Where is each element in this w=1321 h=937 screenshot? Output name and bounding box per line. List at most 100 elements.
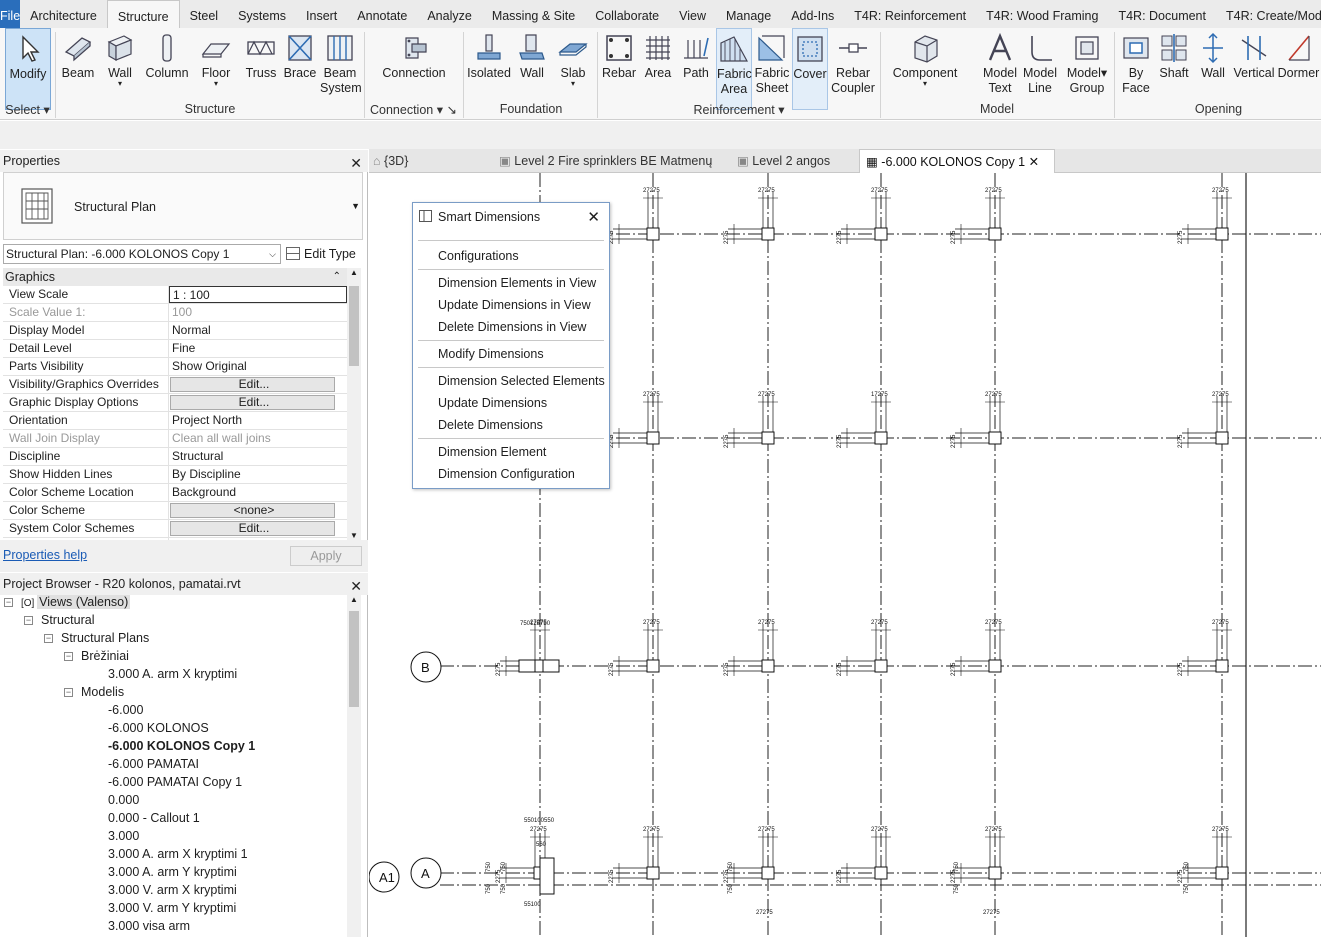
view-tab-level2-sprinklers[interactable]: ▣ Level 2 Fire sprinklers BE Matmenų [499, 149, 725, 173]
rebar-coupler-button[interactable]: Rebar Coupler [830, 28, 876, 110]
browser-tree-item[interactable]: -6.000 [108, 701, 143, 719]
properties-scrollbar[interactable]: ▲ ▼ [347, 268, 361, 540]
view-tab-kolonos-copy[interactable]: ▦ -6.000 KOLONOS Copy 1 ✕ [859, 149, 1055, 173]
browser-tree-item[interactable]: 0.000 - Callout 1 [108, 809, 200, 827]
close-icon[interactable]: ✕ [1029, 155, 1039, 169]
property-edit-button[interactable]: <none> [170, 503, 335, 518]
browser-scrollbar[interactable]: ▲ [347, 593, 361, 937]
browser-tree-item[interactable]: 3.000 [108, 827, 139, 845]
browser-tree-item[interactable]: 3.000 V. arm X kryptimi [108, 881, 237, 899]
menu-item-configurations[interactable]: Configurations [438, 249, 519, 263]
view-tab-3d[interactable]: ⌂ {3D} [373, 149, 483, 173]
menu-item-dimension-selected-elements[interactable]: Dimension Selected Elements [438, 374, 605, 388]
browser-tree-item[interactable]: -6.000 KOLONOS Copy 1 [108, 737, 255, 755]
tab-analyze[interactable]: Analyze [417, 0, 481, 28]
shaft-opening-button[interactable]: Shaft [1155, 28, 1193, 110]
collapse-icon[interactable]: − [4, 598, 13, 607]
browser-tree-item[interactable]: -6.000 PAMATAI [108, 755, 199, 773]
menu-item-dimension-element[interactable]: Dimension Element [438, 445, 546, 459]
collapse-icon[interactable]: − [64, 688, 73, 697]
tab-collaborate[interactable]: Collaborate [585, 0, 669, 28]
scroll-down-icon[interactable]: ▼ [350, 531, 358, 540]
connection-button[interactable]: Connection [378, 28, 450, 110]
menu-item-update-dimensions-in-view[interactable]: Update Dimensions in View [438, 298, 591, 312]
column-button[interactable]: Column [144, 28, 190, 110]
wall-foundation-button[interactable]: Wall [514, 28, 550, 110]
path-reinforcement-button[interactable]: Path [678, 28, 714, 110]
scroll-up-icon[interactable]: ▲ [350, 268, 358, 277]
browser-tree-item[interactable]: − Brėžiniai [64, 647, 129, 665]
instance-filter-dropdown[interactable]: Structural Plan: -6.000 KOLONOS Copy 1 ⌵ [3, 244, 281, 264]
browser-tree-item[interactable]: − Structural [24, 611, 95, 629]
wall-opening-button[interactable]: Wall [1195, 28, 1231, 110]
collapse-icon[interactable]: − [64, 652, 73, 661]
browser-tree-item[interactable]: − Structural Plans [44, 629, 149, 647]
collapse-icon[interactable]: − [24, 616, 33, 625]
collapse-icon[interactable]: − [44, 634, 53, 643]
browser-tree-item[interactable]: − Modelis [64, 683, 124, 701]
floor-button[interactable]: Floor ▾ [194, 28, 238, 110]
truss-button[interactable]: Truss [242, 28, 280, 110]
opening-by-face-button[interactable]: By Face [1117, 28, 1155, 110]
tab-architecture[interactable]: Architecture [20, 0, 107, 28]
type-selector[interactable]: Structural Plan ▼ [3, 172, 363, 240]
modify-button[interactable]: Modify [5, 28, 51, 110]
browser-tree-item[interactable]: 3.000 V. arm Y kryptimi [108, 899, 236, 917]
browser-tree-item[interactable]: 0.000 [108, 791, 139, 809]
beam-system-button[interactable]: Beam System [320, 28, 362, 110]
scroll-up-icon[interactable]: ▲ [350, 595, 358, 604]
fabric-sheet-button[interactable]: Fabric Sheet [754, 28, 790, 110]
property-value[interactable]: 1 : 100 [169, 286, 347, 303]
view-tab-level2-angos[interactable]: ▣ Level 2 angos [737, 149, 857, 173]
property-edit-button[interactable]: Edit... [170, 377, 335, 392]
menu-item-update-dimensions[interactable]: Update Dimensions [438, 396, 547, 410]
tab-add-ins[interactable]: Add-Ins [781, 0, 844, 28]
browser-tree-item[interactable]: 3.000 visa arm [108, 917, 190, 935]
browser-tree-item[interactable]: -6.000 KOLONOS [108, 719, 209, 737]
tab-t4r-reinforcement[interactable]: T4R: Reinforcement [844, 0, 976, 28]
property-value[interactable]: By Discipline [169, 466, 347, 483]
tab-steel[interactable]: Steel [180, 0, 229, 28]
tab-t4r-create-modify[interactable]: T4R: Create/Modify [1216, 0, 1321, 28]
close-icon[interactable]: ✕ [587, 208, 600, 226]
tab-t4r-document[interactable]: T4R: Document [1108, 0, 1216, 28]
connection-group-label[interactable]: Connection ▾ ↘ [366, 102, 462, 120]
property-value[interactable]: Show Original [169, 358, 347, 375]
edit-type-button[interactable]: Edit Type [286, 244, 356, 264]
model-line-button[interactable]: Model Line [1020, 28, 1060, 110]
property-value[interactable]: Background [169, 484, 347, 501]
browser-tree-item[interactable]: -6.000 PAMATAI Copy 1 [108, 773, 242, 791]
menu-item-dimension-configuration[interactable]: Dimension Configuration [438, 467, 575, 481]
tab-massing-site[interactable]: Massing & Site [482, 0, 585, 28]
select-group-label[interactable]: Select ▾ [0, 102, 55, 120]
vertical-opening-button[interactable]: Vertical [1233, 28, 1275, 110]
close-icon[interactable]: ✕ [350, 152, 362, 174]
tab-manage[interactable]: Manage [716, 0, 781, 28]
slab-foundation-button[interactable]: Slab ▾ [554, 28, 592, 110]
dormer-opening-button[interactable]: Dormer [1276, 28, 1321, 110]
tab-structure[interactable]: Structure [106, 0, 180, 28]
tab-t4r-wood-framing[interactable]: T4R: Wood Framing [976, 0, 1108, 28]
beam-button[interactable]: Beam [58, 28, 98, 110]
browser-tree-item[interactable]: 3.000 A. arm X kryptimi [108, 665, 237, 683]
properties-help-link[interactable]: Properties help [3, 548, 87, 562]
tab-annotate[interactable]: Annotate [347, 0, 417, 28]
property-value[interactable]: Normal [169, 322, 347, 339]
menu-item-dimension-elements-in-view[interactable]: Dimension Elements in View [438, 276, 596, 290]
menu-item-delete-dimensions[interactable]: Delete Dimensions [438, 418, 543, 432]
model-text-button[interactable]: Model Text [980, 28, 1020, 110]
property-edit-button[interactable]: Edit... [170, 521, 335, 536]
fabric-area-button[interactable]: Fabric Area [716, 28, 752, 110]
menu-item-modify-dimensions[interactable]: Modify Dimensions [438, 347, 544, 361]
menu-item-delete-dimensions-in-view[interactable]: Delete Dimensions in View [438, 320, 586, 334]
tab-insert[interactable]: Insert [296, 0, 347, 28]
browser-tree-item[interactable]: 3.000 A. arm Y kryptimi [108, 863, 237, 881]
brace-button[interactable]: Brace [282, 28, 318, 110]
browser-tree-item[interactable]: 3.000 A. arm X kryptimi 1 [108, 845, 248, 863]
reinforcement-group-label[interactable]: Reinforcement ▾ [598, 102, 880, 120]
tab-systems[interactable]: Systems [228, 0, 296, 28]
tab-view[interactable]: View [669, 0, 716, 28]
component-button[interactable]: Component ▾ [890, 28, 960, 110]
property-value[interactable]: Fine [169, 340, 347, 357]
property-value[interactable]: Structural [169, 448, 347, 465]
